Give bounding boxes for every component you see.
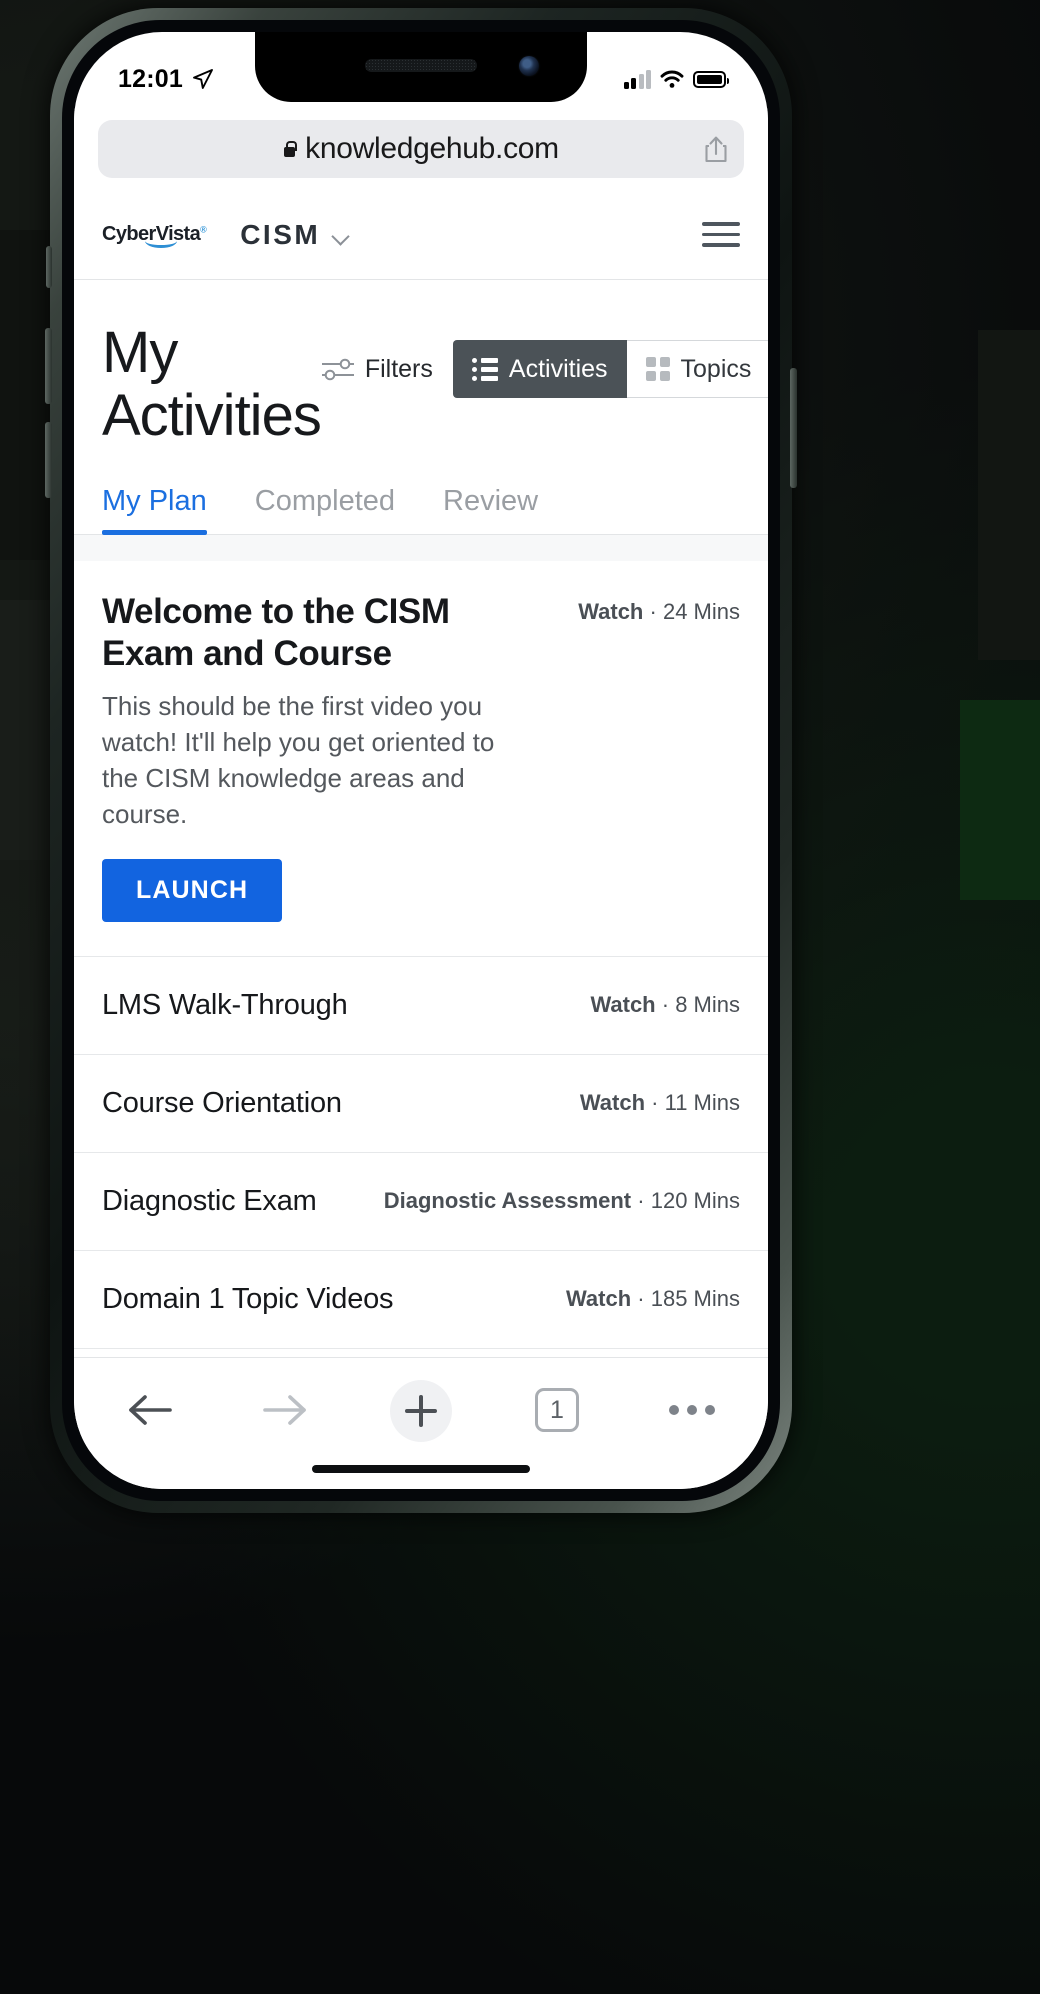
activity-type: Watch xyxy=(590,992,656,1018)
logo-swoosh xyxy=(145,241,177,248)
course-name-label: CISM xyxy=(240,218,321,250)
table-row[interactable]: Domain 1 Topic Videos Watch · 185 Mins xyxy=(74,1251,768,1349)
lock-icon xyxy=(283,141,297,157)
featured-activity-meta: Watch · 24 Mins xyxy=(578,591,740,922)
page-title: My Activities xyxy=(102,320,322,448)
filters-button[interactable]: Filters xyxy=(321,355,433,384)
web-page-viewport: CyberVista® CISM My Activities Filters A… xyxy=(74,190,768,1357)
tab-completed[interactable]: Completed xyxy=(255,485,395,534)
tab-review[interactable]: Review xyxy=(443,485,538,534)
more-options-button[interactable] xyxy=(662,1380,722,1440)
arrow-left-icon xyxy=(129,1395,172,1425)
browser-url-bar[interactable]: knowledgehub.com xyxy=(98,120,744,178)
meta-separator: · xyxy=(661,992,670,1018)
phone-bezel: 12:01 knowledgehub.com CyberVista® CISM … xyxy=(62,20,780,1501)
phone-device-frame: 12:01 knowledgehub.com CyberVista® CISM … xyxy=(45,8,797,1513)
view-toggle-topics[interactable]: Topics xyxy=(626,340,768,398)
activity-duration: 120 Mins xyxy=(650,1188,740,1214)
power-button[interactable] xyxy=(790,368,797,488)
activity-title: Domain 1 Topic Videos xyxy=(102,1282,394,1315)
featured-activity-duration: 24 Mins xyxy=(662,599,740,625)
cellular-signal-icon xyxy=(623,69,651,89)
featured-activity-type: Watch xyxy=(578,599,644,625)
hamburger-menu-icon[interactable] xyxy=(702,222,740,247)
view-toggle-activities[interactable]: Activities xyxy=(452,340,627,398)
activity-meta: Watch · 8 Mins xyxy=(572,992,740,1018)
grid-icon xyxy=(645,357,670,381)
activity-type: Watch xyxy=(579,1090,646,1116)
launch-button[interactable]: LAUNCH xyxy=(102,858,283,922)
meta-separator: · xyxy=(637,1286,645,1312)
new-tab-button[interactable] xyxy=(390,1380,452,1442)
activity-meta: Diagnostic Assessment · 120 Mins xyxy=(366,1188,740,1214)
activity-duration: 8 Mins xyxy=(675,992,740,1018)
course-selector[interactable]: CISM xyxy=(240,219,350,251)
meta-separator: · xyxy=(649,599,657,625)
meta-separator: · xyxy=(651,1090,659,1116)
activity-duration: 11 Mins xyxy=(664,1090,740,1116)
home-indicator[interactable] xyxy=(312,1465,530,1473)
activity-title: LMS Walk-Through xyxy=(102,988,348,1021)
view-toggle-topics-label: Topics xyxy=(680,354,752,383)
activity-type: Diagnostic Assessment xyxy=(383,1188,632,1214)
chevron-down-icon xyxy=(333,230,350,240)
battery-full-icon xyxy=(693,70,729,88)
meta-separator: · xyxy=(637,1188,645,1214)
cybervista-logo[interactable]: CyberVista® xyxy=(102,223,207,248)
table-row[interactable]: LMS Walk-Through Watch · 8 Mins xyxy=(74,957,768,1055)
activity-duration: 185 Mins xyxy=(650,1286,740,1312)
filters-label: Filters xyxy=(364,354,433,383)
activity-meta: Watch · 185 Mins xyxy=(548,1286,740,1312)
table-row[interactable]: ISACA CISM Review Manual Reading Assi...… xyxy=(74,1349,768,1357)
status-bar: 12:01 xyxy=(74,32,768,102)
arrow-right-icon xyxy=(263,1395,306,1425)
backdrop-blotch xyxy=(960,700,1040,900)
url-text: knowledgehub.com xyxy=(305,132,559,165)
forward-button[interactable] xyxy=(255,1380,315,1440)
page-title-actions: Filters Activities Topics xyxy=(321,322,768,398)
tab-my-plan[interactable]: My Plan xyxy=(102,485,207,536)
share-icon[interactable] xyxy=(704,135,728,163)
plus-icon xyxy=(405,1395,437,1427)
activity-type: Watch xyxy=(565,1286,632,1312)
table-row[interactable]: Diagnostic Exam Diagnostic Assessment · … xyxy=(74,1153,768,1251)
mute-switch[interactable] xyxy=(46,246,52,288)
featured-activity-title: Welcome to the CISM Exam and Course xyxy=(102,592,450,674)
page-title-row: My Activities Filters Activities Topics xyxy=(74,280,768,447)
status-bar-left: 12:01 xyxy=(118,65,215,94)
registered-mark: ® xyxy=(200,224,207,235)
table-row[interactable]: Course Orientation Watch · 11 Mins xyxy=(74,1055,768,1153)
volume-up-button[interactable] xyxy=(45,328,52,404)
clock-label: 12:01 xyxy=(118,64,183,93)
ellipsis-icon xyxy=(669,1405,715,1415)
location-arrow-icon xyxy=(193,69,213,89)
backdrop-blotch xyxy=(978,330,1040,660)
wifi-icon xyxy=(660,70,684,88)
activity-title: Course Orientation xyxy=(102,1086,342,1119)
activity-tabs: My Plan Completed Review xyxy=(74,447,768,536)
activity-meta: Watch · 11 Mins xyxy=(562,1090,740,1116)
browser-url-bar-container: knowledgehub.com xyxy=(74,108,768,190)
featured-activity-description: This should be the first video you watch… xyxy=(102,691,495,829)
tab-overview-button[interactable]: 1 xyxy=(527,1380,587,1440)
list-icon xyxy=(471,357,498,381)
phone-screen: 12:01 knowledgehub.com CyberVista® CISM … xyxy=(74,32,768,1489)
list-top-spacer xyxy=(74,535,768,562)
tab-count-badge: 1 xyxy=(535,1388,579,1432)
site-header: CyberVista® CISM xyxy=(74,190,768,280)
volume-down-button[interactable] xyxy=(45,422,52,498)
view-toggle-activities-label: Activities xyxy=(508,354,608,383)
status-bar-right xyxy=(623,69,729,89)
back-button[interactable] xyxy=(120,1380,180,1440)
featured-card-body: Welcome to the CISM Exam and Course This… xyxy=(102,591,532,922)
url-bar-content: knowledgehub.com xyxy=(283,132,559,166)
activity-title: Diagnostic Exam xyxy=(102,1184,317,1217)
sliders-icon xyxy=(321,358,354,381)
featured-activity-card[interactable]: Welcome to the CISM Exam and Course This… xyxy=(74,561,768,957)
